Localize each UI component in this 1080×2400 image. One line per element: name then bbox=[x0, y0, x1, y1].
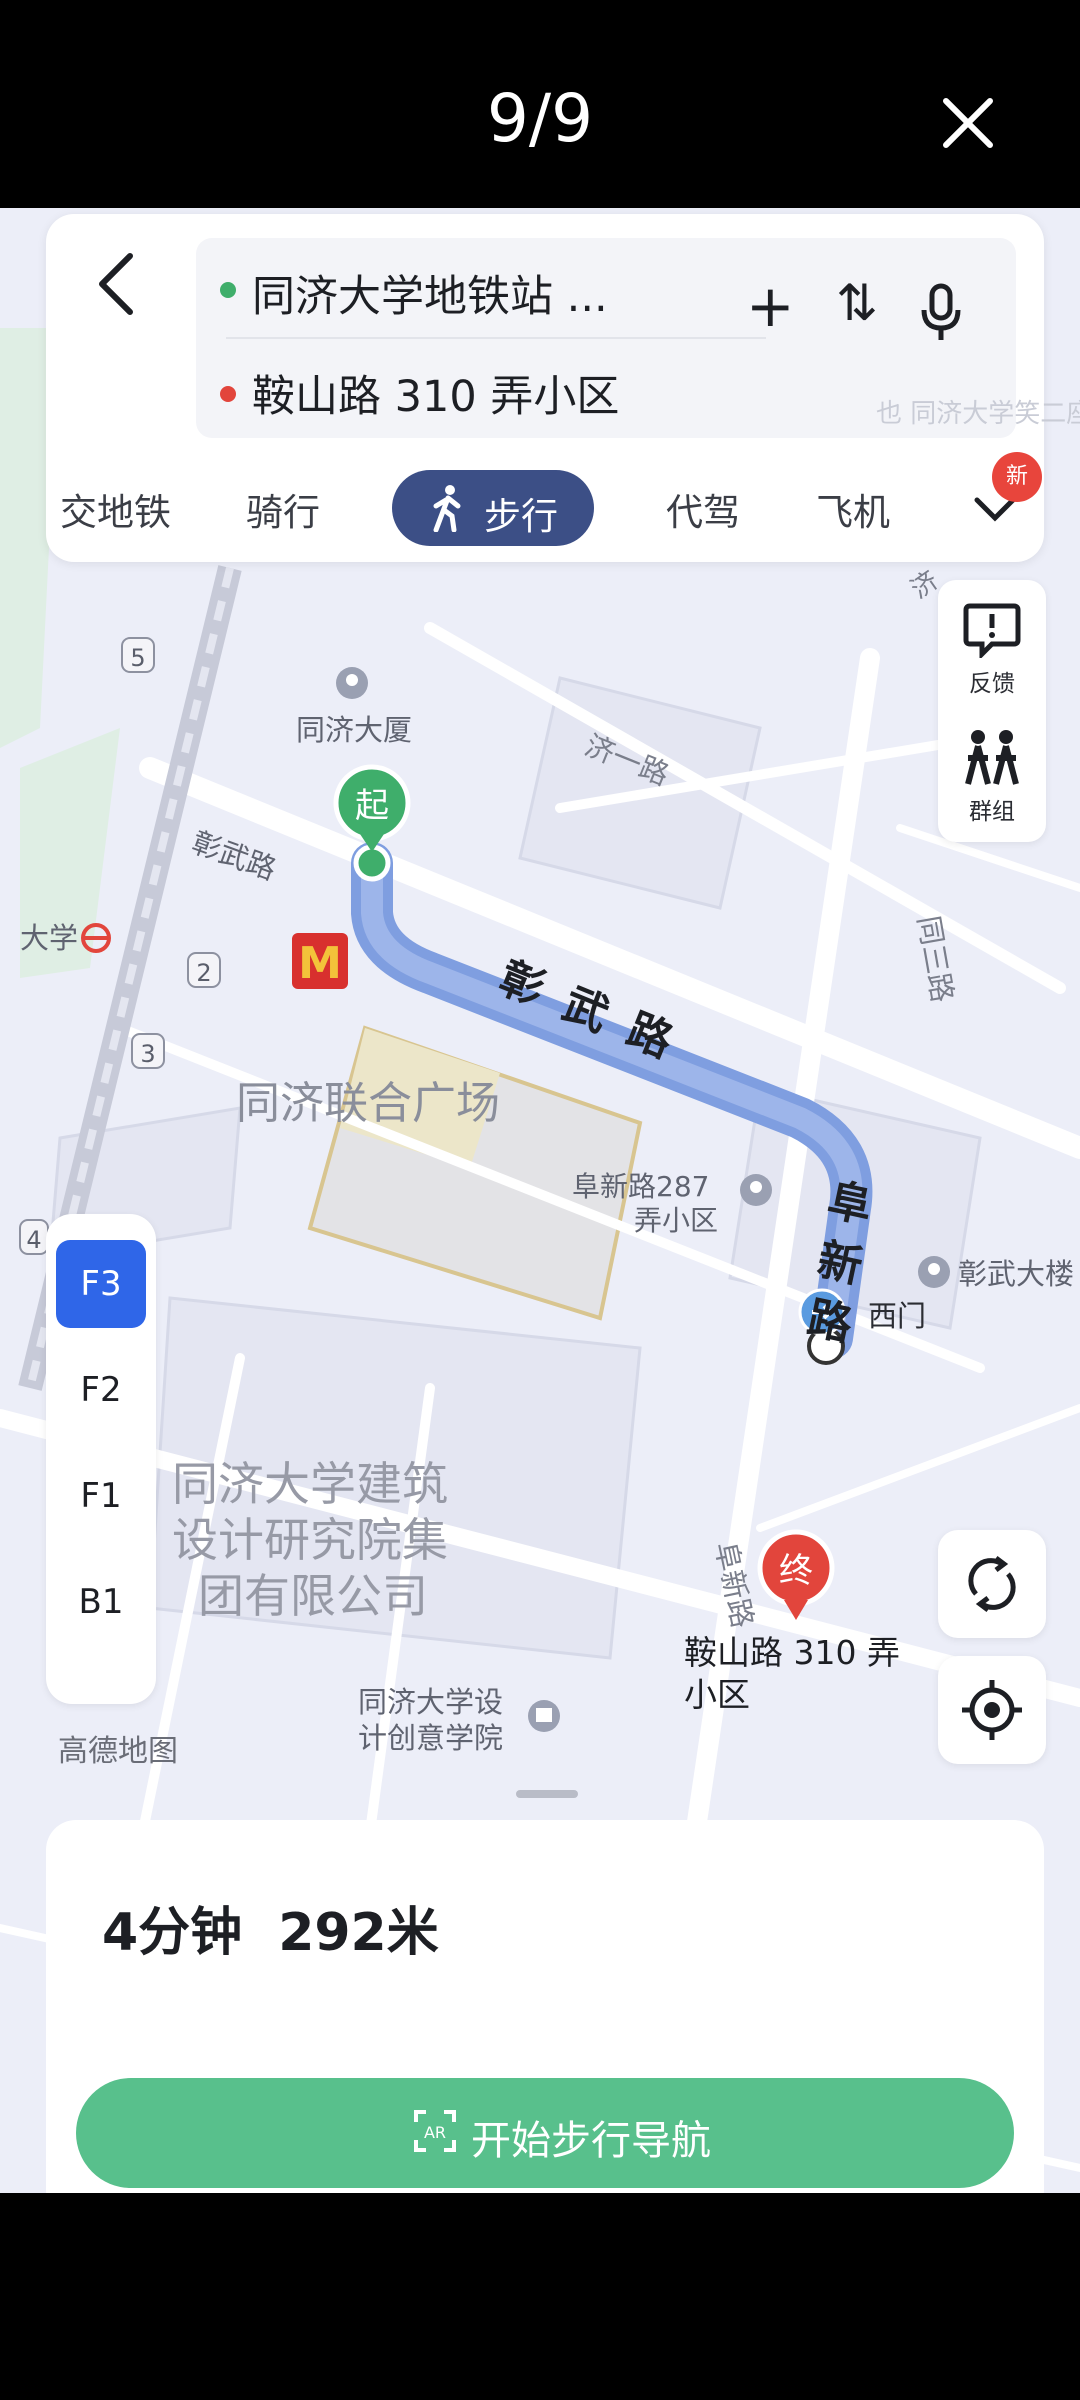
rotate-button[interactable] bbox=[938, 1530, 1046, 1638]
poi-label-design-2: 设计研究院集 bbox=[172, 1513, 448, 1567]
route-summary: 4分钟 292米 bbox=[102, 1890, 439, 1965]
side-tools: 反馈 群组 bbox=[938, 580, 1046, 842]
poi-pin-icon bbox=[918, 1256, 950, 1288]
walk-icon bbox=[433, 485, 461, 532]
mcdonalds-logo-letter: M bbox=[298, 938, 342, 989]
poi-label-creative-1: 同济大学设 bbox=[358, 1685, 503, 1719]
faded-hint-text: 也 同济大学笑二座能 bbox=[876, 399, 1080, 429]
map-brand-logo: 高德地图 bbox=[58, 1734, 178, 1769]
poi-label-design-3: 团有限公司 bbox=[198, 1569, 428, 1623]
tab-walk[interactable]: 步行 bbox=[392, 470, 594, 546]
close-icon[interactable] bbox=[940, 95, 996, 151]
drag-handle[interactable] bbox=[516, 1790, 578, 1798]
route-summary-sheet: 4分钟 292米 AR 开始步行导航 bbox=[46, 1820, 1044, 2193]
poi-label-zhangwu: 彰武大楼 bbox=[958, 1257, 1074, 1291]
travel-mode-tabs: 交地铁 骑行 步行 代驾 飞机 新 bbox=[46, 452, 1044, 546]
floor-selector: F3 F2 F1 B1 bbox=[46, 1214, 156, 1704]
poi-label-fuxin287-2: 弄小区 bbox=[634, 1204, 718, 1237]
address-divider bbox=[226, 337, 766, 339]
start-navigation-button[interactable]: AR 开始步行导航 bbox=[76, 2078, 1014, 2188]
tab-bike[interactable]: 骑行 bbox=[246, 482, 320, 536]
start-navigation-label: 开始步行导航 bbox=[471, 2118, 711, 2164]
add-waypoint-icon[interactable]: + bbox=[746, 272, 795, 340]
station-label: 大学 bbox=[20, 921, 78, 955]
tab-subway[interactable]: 交地铁 bbox=[60, 482, 171, 536]
ar-icon: AR bbox=[414, 2110, 456, 2152]
locate-button[interactable] bbox=[938, 1656, 1046, 1764]
page-counter: 9/9 bbox=[486, 80, 594, 157]
destination-dot-icon bbox=[220, 386, 236, 402]
locate-icon bbox=[962, 1680, 1022, 1740]
poi-pin-icon bbox=[336, 667, 368, 699]
poi-label-tongji-tower: 同济大厦 bbox=[296, 713, 412, 747]
origin-dot-icon bbox=[220, 282, 236, 298]
origin-field[interactable]: 同济大学地铁站 ... bbox=[252, 262, 608, 324]
tab-driver[interactable]: 代驾 bbox=[666, 482, 740, 536]
destination-field[interactable]: 鞍山路 310 弄小区 bbox=[252, 362, 619, 424]
poi-label-plaza: 同济联合广场 bbox=[236, 1078, 500, 1129]
stop-4-label: 4 bbox=[26, 1226, 41, 1254]
destination-map-label-1: 鞍山路 310 弄 bbox=[684, 1633, 900, 1672]
group-icon[interactable] bbox=[960, 728, 1024, 786]
stop-3-label: 3 bbox=[140, 1040, 155, 1068]
poi-label-design-1: 同济大学建筑 bbox=[172, 1457, 448, 1511]
poi-pin-icon bbox=[740, 1174, 772, 1206]
tab-flight[interactable]: 飞机 bbox=[816, 482, 890, 536]
swap-icon[interactable]: ⇅ bbox=[836, 274, 878, 332]
poi-label-creative-2: 计创意学院 bbox=[358, 1721, 503, 1755]
feedback-label: 反馈 bbox=[969, 671, 1015, 697]
feedback-icon[interactable] bbox=[962, 602, 1022, 658]
route-distance: 292米 bbox=[278, 1903, 439, 1963]
end-marker-label: 终 bbox=[779, 1551, 813, 1591]
stop-2-label: 2 bbox=[196, 959, 211, 987]
start-marker-label: 起 bbox=[355, 786, 389, 826]
destination-map-label-2: 小区 bbox=[684, 1675, 750, 1714]
voice-icon[interactable] bbox=[918, 282, 964, 344]
poi-pin-icon bbox=[528, 1700, 560, 1732]
stop-5-label: 5 bbox=[130, 644, 145, 672]
route-duration: 4分钟 bbox=[102, 1903, 243, 1963]
poi-label-fuxin287: 阜新路287 bbox=[572, 1170, 709, 1203]
tab-walk-label: 步行 bbox=[484, 495, 558, 538]
floor-f3[interactable]: F3 bbox=[56, 1240, 146, 1328]
address-box: 同济大学地铁站 ... 鞍山路 310 弄小区 也 同济大学笑二座能 bbox=[196, 238, 1080, 438]
floor-f2[interactable]: F2 bbox=[56, 1346, 146, 1434]
svg-text:AR: AR bbox=[424, 2123, 446, 2142]
viewer-bottom-bar bbox=[0, 2193, 1080, 2400]
viewer-top-bar: 9/9 bbox=[0, 0, 1080, 205]
app-screenshot: 起 终 M 5 2 3 4 同济大厦 彰武路 济一路 大学 同济联合广场 阜新路… bbox=[0, 208, 1080, 2193]
route-card: 同济大学地铁站 ... 鞍山路 310 弄小区 也 同济大学笑二座能 + ⇅ 交… bbox=[46, 214, 1080, 562]
floor-f1[interactable]: F1 bbox=[56, 1452, 146, 1540]
poi-label-west-gate: 西门 bbox=[868, 1299, 926, 1333]
new-badge: 新 bbox=[992, 452, 1042, 502]
refresh-icon bbox=[968, 1556, 1016, 1612]
back-arrow-icon[interactable] bbox=[82, 244, 152, 324]
group-label: 群组 bbox=[969, 799, 1015, 825]
floor-b1[interactable]: B1 bbox=[56, 1558, 146, 1646]
